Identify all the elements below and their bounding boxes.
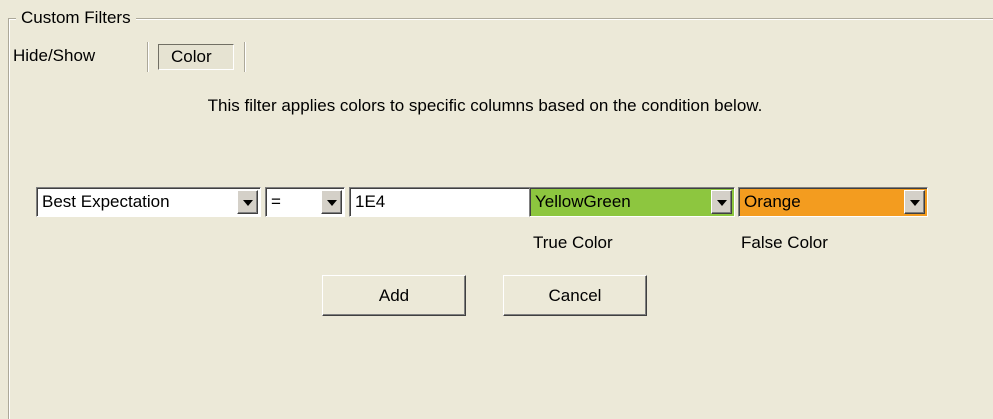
false-color-select-value: Orange <box>744 192 801 211</box>
tab-divider <box>244 42 246 72</box>
true-color-label: True Color <box>533 233 613 252</box>
value-input-text: 1E4 <box>355 192 386 211</box>
true-color-select[interactable]: YellowGreen <box>529 187 735 217</box>
column-select[interactable]: Best Expectation <box>36 187 261 217</box>
group-title: Custom Filters <box>16 8 136 28</box>
chevron-down-icon[interactable] <box>904 190 925 214</box>
cancel-button[interactable]: Cancel <box>503 275 647 316</box>
tab-color[interactable]: Color <box>158 44 234 70</box>
value-input[interactable]: 1E4 <box>349 187 531 217</box>
chevron-down-icon[interactable] <box>321 190 342 214</box>
false-color-label: False Color <box>741 233 828 252</box>
chevron-down-icon[interactable] <box>237 190 258 214</box>
filter-description: This filter applies colors to specific c… <box>207 96 763 115</box>
custom-filters-group <box>8 18 993 419</box>
tab-hide-show[interactable]: Hide/Show <box>13 45 95 67</box>
column-select-value: Best Expectation <box>42 192 170 211</box>
chevron-down-icon[interactable] <box>711 190 732 214</box>
add-button[interactable]: Add <box>322 275 466 316</box>
operator-select-value: = <box>271 192 281 211</box>
false-color-select[interactable]: Orange <box>738 187 928 217</box>
tab-color-label: Color <box>171 47 212 66</box>
true-color-select-value: YellowGreen <box>535 192 631 211</box>
tab-divider <box>147 42 149 72</box>
operator-select[interactable]: = <box>265 187 345 217</box>
